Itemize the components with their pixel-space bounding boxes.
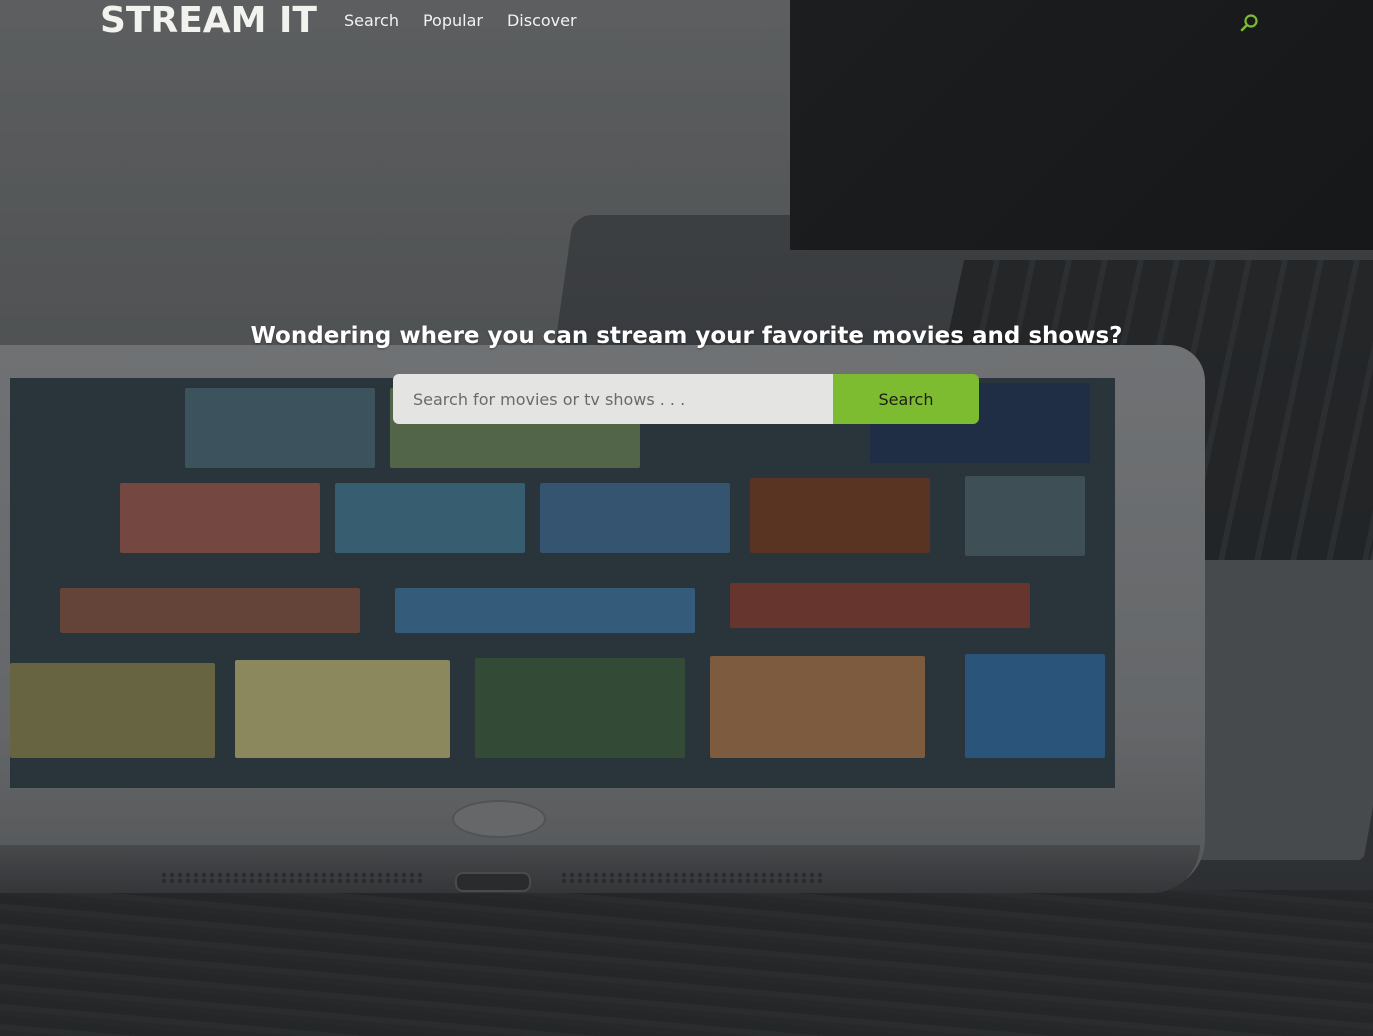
search-button[interactable]: Search bbox=[833, 374, 979, 424]
navbar: STREAM IT Search Popular Discover bbox=[0, 0, 1373, 46]
hero-title: Wondering where you can stream your favo… bbox=[250, 323, 1123, 349]
search-form: Search bbox=[393, 374, 979, 424]
nav-link-search[interactable]: Search bbox=[344, 11, 399, 31]
search-icon-graphic bbox=[1240, 14, 1258, 32]
background-overlay bbox=[0, 0, 1373, 1036]
background-image bbox=[0, 0, 1373, 1036]
search-input[interactable] bbox=[393, 374, 833, 424]
nav-links: Search Popular Discover bbox=[344, 11, 577, 31]
brand-logo[interactable]: STREAM IT bbox=[100, 0, 317, 42]
search-icon[interactable] bbox=[1239, 13, 1259, 33]
nav-link-discover[interactable]: Discover bbox=[507, 11, 577, 31]
nav-link-popular[interactable]: Popular bbox=[423, 11, 483, 31]
page: STREAM IT Search Popular Discover Wonder… bbox=[0, 0, 1373, 1036]
